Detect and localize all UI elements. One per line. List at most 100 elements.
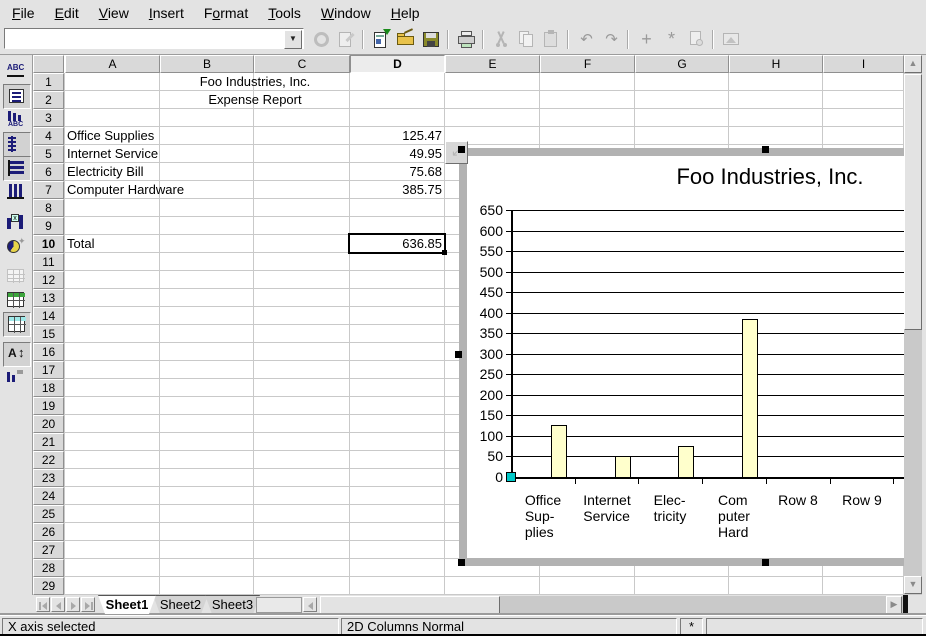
row-header-11[interactable]: 11 bbox=[33, 253, 64, 271]
cell-label-row10[interactable]: Total bbox=[67, 236, 94, 252]
row-header-27[interactable]: 27 bbox=[33, 541, 64, 559]
url-input[interactable] bbox=[7, 30, 289, 49]
save-icon[interactable] bbox=[420, 28, 443, 51]
row-header-13[interactable]: 13 bbox=[33, 289, 64, 307]
row-header-18[interactable]: 18 bbox=[33, 379, 64, 397]
scroll-up-icon[interactable]: ▲ bbox=[904, 55, 922, 73]
object-selection-handle[interactable] bbox=[762, 146, 769, 153]
object-selection-handle[interactable] bbox=[762, 559, 769, 566]
row-header-4[interactable]: 4 bbox=[33, 127, 64, 145]
chart-scale-text-icon[interactable]: A↕ bbox=[3, 342, 31, 367]
chart-area[interactable]: Foo Industries, Inc. 0501001502002503003… bbox=[467, 156, 906, 558]
menu-file[interactable]: File bbox=[2, 3, 45, 23]
chart-legend-onoff-icon[interactable] bbox=[3, 84, 31, 109]
menu-view[interactable]: View bbox=[89, 3, 139, 23]
row-header-2[interactable]: 2 bbox=[33, 91, 64, 109]
bar-office-supplies[interactable] bbox=[551, 425, 567, 478]
axis-selection-handle[interactable] bbox=[506, 472, 516, 482]
cell-label-row4[interactable]: Office Supplies bbox=[67, 128, 154, 144]
chart-horizontal-grid-icon[interactable] bbox=[3, 156, 31, 181]
object-selection-handle[interactable] bbox=[458, 146, 465, 153]
bar-electricity[interactable] bbox=[678, 446, 694, 478]
row-header-29[interactable]: 29 bbox=[33, 577, 64, 595]
object-selection-handle[interactable] bbox=[455, 351, 462, 358]
x-axis-category-label[interactable]: Com puter Hard bbox=[702, 492, 766, 542]
chart-vertical-grid-icon[interactable] bbox=[3, 180, 29, 203]
row-header-22[interactable]: 22 bbox=[33, 451, 64, 469]
next-sheet-button[interactable] bbox=[66, 597, 80, 612]
hscroll-right-icon[interactable]: ▶ bbox=[886, 596, 902, 614]
column-header-C[interactable]: C bbox=[254, 55, 350, 73]
row-header-5[interactable]: 5 bbox=[33, 145, 64, 163]
chart-axes-title-icon[interactable]: ABC bbox=[3, 108, 29, 131]
vertical-scrollbar[interactable]: ▲ ▼ bbox=[904, 55, 922, 595]
y-axis[interactable] bbox=[511, 210, 513, 479]
cell-cursor[interactable] bbox=[348, 233, 446, 254]
column-header-E[interactable]: E bbox=[445, 55, 540, 73]
row-header-10[interactable]: 10 bbox=[33, 235, 64, 253]
column-header-I[interactable]: I bbox=[823, 55, 904, 73]
hscroll-left-icon[interactable] bbox=[303, 597, 317, 612]
scroll-down-icon[interactable]: ▼ bbox=[904, 576, 922, 594]
row-header-9[interactable]: 9 bbox=[33, 217, 64, 235]
object-selection-handle[interactable] bbox=[458, 559, 465, 566]
row-header-21[interactable]: 21 bbox=[33, 433, 64, 451]
print-icon[interactable] bbox=[455, 28, 478, 51]
column-header-B[interactable]: B bbox=[160, 55, 254, 73]
x-axis-category-label[interactable]: Row 8 bbox=[766, 492, 830, 510]
x-axis-category-label[interactable]: Internet Service bbox=[575, 492, 639, 526]
chart-data-table-icon[interactable] bbox=[3, 264, 29, 287]
chart-data-in-rows-icon[interactable] bbox=[3, 288, 29, 311]
cell-value-row4[interactable]: 125.47 bbox=[350, 128, 442, 144]
menu-format[interactable]: Format bbox=[194, 3, 258, 23]
fill-handle[interactable] bbox=[442, 250, 447, 255]
row-header-26[interactable]: 26 bbox=[33, 523, 64, 541]
menu-window[interactable]: Window bbox=[311, 3, 381, 23]
bar-internet-service[interactable] bbox=[615, 456, 631, 478]
row-header-25[interactable]: 25 bbox=[33, 505, 64, 523]
row-header-19[interactable]: 19 bbox=[33, 397, 64, 415]
row-header-8[interactable]: 8 bbox=[33, 199, 64, 217]
url-combobox[interactable]: ▼ bbox=[4, 28, 304, 49]
previous-sheet-button[interactable] bbox=[51, 597, 65, 612]
column-header-A[interactable]: A bbox=[65, 55, 160, 73]
chart-data-in-columns-icon[interactable] bbox=[3, 312, 31, 337]
column-header-H[interactable]: H bbox=[729, 55, 823, 73]
column-header-F[interactable]: F bbox=[540, 55, 635, 73]
bar-computer-hard[interactable] bbox=[742, 319, 758, 478]
window-split-handle[interactable] bbox=[903, 595, 908, 615]
row-header-17[interactable]: 17 bbox=[33, 361, 64, 379]
row-header-3[interactable]: 3 bbox=[33, 109, 64, 127]
open-icon[interactable] bbox=[395, 28, 418, 51]
new-document-icon[interactable] bbox=[370, 28, 393, 51]
x-axis-category-label[interactable]: Row 9 bbox=[830, 492, 894, 510]
row-header-20[interactable]: 20 bbox=[33, 415, 64, 433]
chart-reorganize-icon[interactable] bbox=[3, 366, 29, 389]
row-header-28[interactable]: 28 bbox=[33, 559, 64, 577]
chart-edit-type-icon[interactable]: x bbox=[3, 210, 29, 233]
menu-edit[interactable]: Edit bbox=[45, 3, 89, 23]
x-axis-category-label[interactable]: Elec- tricity bbox=[638, 492, 702, 526]
chart-title-onoff-icon[interactable]: ABC bbox=[3, 60, 29, 83]
cell-label-row7[interactable]: Computer Hardware bbox=[67, 182, 184, 198]
row-header-7[interactable]: 7 bbox=[33, 181, 64, 199]
menu-help[interactable]: Help bbox=[381, 3, 430, 23]
row-header-6[interactable]: 6 bbox=[33, 163, 64, 181]
cell-value-row6[interactable]: 75.68 bbox=[350, 164, 442, 180]
cell-value-row7[interactable]: 385.75 bbox=[350, 182, 442, 198]
cell-label-row5[interactable]: Internet Service bbox=[67, 146, 158, 162]
cell-label-row6[interactable]: Electricity Bill bbox=[67, 164, 144, 180]
grid-corner-box[interactable] bbox=[33, 55, 64, 73]
last-sheet-button[interactable] bbox=[81, 597, 95, 612]
cell-title-row2[interactable]: Expense Report bbox=[160, 92, 350, 108]
x-axis-category-label[interactable]: Office Sup- plies bbox=[511, 492, 575, 542]
first-sheet-button[interactable] bbox=[36, 597, 50, 612]
sheet-tab-sheet2[interactable]: Sheet2 bbox=[153, 595, 208, 614]
menu-tools[interactable]: Tools bbox=[258, 3, 311, 23]
row-header-24[interactable]: 24 bbox=[33, 487, 64, 505]
column-header-G[interactable]: G bbox=[635, 55, 729, 73]
sheet-tab-sheet3[interactable]: Sheet3 bbox=[205, 595, 260, 614]
menu-insert[interactable]: Insert bbox=[139, 3, 194, 23]
chart-object[interactable]: Foo Industries, Inc. 0501001502002503003… bbox=[459, 148, 906, 566]
chart-autoformat-icon[interactable]: ✦ bbox=[3, 234, 29, 257]
